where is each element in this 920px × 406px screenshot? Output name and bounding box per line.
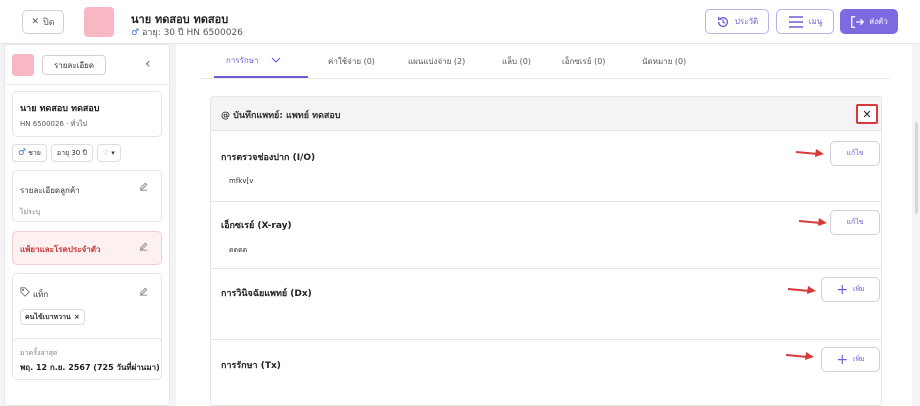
top-bar: ✕ ปิด นาย ทดสอบ ทดสอบ ♂ อายุ: 30 ปี HN 6… bbox=[0, 0, 920, 44]
chevron-down-icon bbox=[271, 57, 280, 63]
main-content: การรักษา ค่าใช้จ่าย (0) แผนแบ่งจ่าย (2) … bbox=[176, 44, 912, 406]
history-icon bbox=[717, 16, 728, 27]
male-icon: ♂ bbox=[131, 28, 140, 38]
tab-label: แล็บ (0) bbox=[502, 56, 532, 66]
customer-detail-value: ไม่ระบุ bbox=[20, 208, 41, 216]
age-chip: อายุ 30 ปี bbox=[50, 144, 93, 162]
add-treatment-button[interactable]: + เพิ่ม bbox=[821, 347, 880, 372]
edit-oral-exam-button[interactable]: แก้ไข bbox=[830, 141, 880, 166]
edit-icon[interactable] bbox=[138, 181, 149, 192]
edit-icon[interactable] bbox=[138, 241, 149, 252]
tab-label: ค่าใช้จ่าย (0) bbox=[328, 56, 375, 66]
doctor-note-panel: @ บันทึกแพทย์: แพทย์ ทดสอบ ✕ การตรวจช่อง… bbox=[210, 96, 882, 406]
red-arrow-icon bbox=[785, 352, 814, 360]
tab-divider bbox=[200, 78, 890, 79]
button-label: แก้ไข bbox=[846, 149, 864, 157]
remove-tag-icon[interactable]: × bbox=[74, 313, 80, 321]
button-label: เพิ่ม bbox=[853, 285, 865, 293]
health-dropdown[interactable]: ♡ ▾ bbox=[96, 144, 121, 162]
tab-bar: การรักษา ค่าใช้จ่าย (0) แผนแบ่งจ่าย (2) … bbox=[214, 44, 712, 78]
red-arrow-icon bbox=[798, 218, 827, 226]
tab-treatment[interactable]: การรักษา bbox=[214, 44, 308, 78]
patient-avatar bbox=[84, 7, 114, 37]
panel-header: @ บันทึกแพทย์: แพทย์ ทดสอบ ✕ bbox=[211, 97, 881, 131]
close-button[interactable]: ✕ ปิด bbox=[22, 10, 64, 34]
patient-subtitle: ♂ อายุ: 30 ปี HN 6500026 bbox=[131, 25, 243, 39]
tab-appointments[interactable]: นัดหมาย (0) bbox=[642, 44, 712, 78]
red-arrow-icon bbox=[795, 149, 824, 157]
section-value: mfkv[v bbox=[229, 177, 254, 185]
menu-label: เมนู bbox=[808, 17, 823, 26]
age-label: อายุ 30 ปี bbox=[56, 148, 87, 157]
sidebar-patient-name: นาย ทดสอบ ทดสอบ bbox=[20, 104, 100, 114]
sidebar-header: รายละเอียด ‹ bbox=[5, 45, 169, 85]
section-title: การวินิจฉัยแพทย์ (Dx) bbox=[221, 289, 312, 299]
red-arrow-icon bbox=[787, 286, 816, 294]
chevron-down-icon: ▾ bbox=[111, 149, 115, 157]
edit-xray-button[interactable]: แก้ไข bbox=[830, 210, 880, 235]
section-title: เอ็กซเรย์ (X-ray) bbox=[221, 221, 292, 231]
allergy-title: แพ้ยาและโรคประจำตัว bbox=[20, 245, 101, 254]
hamburger-icon bbox=[788, 15, 803, 28]
tag-title: แท็ก bbox=[33, 290, 49, 299]
last-visit-label: มาครั้งล่าสุด bbox=[20, 349, 58, 357]
section-value: ดดดด bbox=[229, 246, 248, 254]
section-oral-exam: การตรวจช่องปาก (I/O) mfkv[v แก้ไข bbox=[211, 131, 881, 202]
last-visit-card: มาครั้งล่าสุด พฤ. 12 ก.ย. 2567 (725 วันท… bbox=[12, 338, 162, 380]
male-icon: ♂ bbox=[18, 148, 27, 158]
gender-chip: ♂ ชาย bbox=[12, 144, 47, 162]
section-title: การตรวจช่องปาก (I/O) bbox=[221, 153, 316, 163]
section-treatment: การรักษา (Tx) + เพิ่ม bbox=[211, 340, 881, 405]
last-visit-value: พฤ. 12 ก.ย. 2567 (725 วันที่ผ่านมา) bbox=[20, 363, 160, 372]
patient-age-hn: อายุ: 30 ปี HN 6500026 bbox=[141, 28, 243, 38]
patient-name-card: นาย ทดสอบ ทดสอบ HN 6500026 · ทั่วไป bbox=[12, 91, 162, 137]
sidebar-avatar bbox=[12, 54, 34, 76]
tag-icon bbox=[20, 287, 30, 297]
button-label: เพิ่ม bbox=[853, 355, 865, 363]
heart-icon: ♡ bbox=[102, 149, 110, 157]
customer-detail-card: รายละเอียดลูกค้า ไม่ระบุ bbox=[12, 170, 162, 222]
patient-chips: ♂ ชาย อายุ 30 ปี ♡ ▾ bbox=[12, 144, 121, 162]
customer-detail-title: รายละเอียดลูกค้า bbox=[20, 186, 80, 195]
add-diagnosis-button[interactable]: + เพิ่ม bbox=[821, 277, 880, 302]
patient-sidebar: รายละเอียด ‹ นาย ทดสอบ ทดสอบ HN 6500026 … bbox=[4, 44, 170, 406]
panel-title: @ บันทึกแพทย์: แพทย์ ทดสอบ bbox=[221, 111, 341, 121]
menu-button[interactable]: เมนู bbox=[776, 9, 834, 34]
sidebar-hn: HN 6500026 · ทั่วไป bbox=[20, 120, 88, 128]
gender-label: ชาย bbox=[28, 148, 41, 157]
close-icon: ✕ bbox=[31, 17, 39, 27]
tag-pill-label: คนไข้เบาหวาน bbox=[25, 312, 71, 321]
close-button-label: ปิด bbox=[42, 18, 55, 28]
at-icon: @ bbox=[221, 111, 234, 121]
scrollbar-thumb[interactable] bbox=[915, 122, 918, 214]
tab-lab[interactable]: แล็บ (0) bbox=[502, 44, 558, 78]
tab-label: เอ็กซเรย์ (0) bbox=[562, 56, 606, 66]
tab-label: แผนแบ่งจ่าย (2) bbox=[408, 56, 466, 66]
section-xray: เอ็กซเรย์ (X-ray) ดดดด แก้ไข bbox=[211, 202, 881, 269]
tab-label: การรักษา bbox=[226, 55, 259, 65]
collapse-chevron-icon[interactable]: ‹ bbox=[145, 57, 151, 71]
button-label: แก้ไข bbox=[846, 218, 864, 226]
panel-close-button[interactable]: ✕ bbox=[856, 104, 878, 124]
plus-icon: + bbox=[836, 351, 849, 368]
send-icon bbox=[851, 15, 865, 28]
history-label: ประวัติ bbox=[734, 17, 759, 26]
detail-button[interactable]: รายละเอียด bbox=[42, 55, 106, 75]
tab-label: นัดหมาย (0) bbox=[642, 56, 687, 66]
tag-pill: คนไข้เบาหวาน × bbox=[20, 309, 85, 325]
plus-icon: + bbox=[836, 281, 849, 298]
edit-icon[interactable] bbox=[138, 286, 149, 297]
send-label: ส่งตัว bbox=[869, 17, 888, 26]
section-diagnosis: การวินิจฉัยแพทย์ (Dx) + เพิ่ม bbox=[211, 269, 881, 340]
page-scrollbar[interactable] bbox=[913, 44, 920, 406]
tab-xray[interactable]: เอ็กซเรย์ (0) bbox=[562, 44, 642, 78]
close-icon: ✕ bbox=[862, 107, 872, 121]
send-button[interactable]: ส่งตัว bbox=[840, 9, 898, 34]
section-title: การรักษา (Tx) bbox=[221, 361, 281, 371]
tab-expenses[interactable]: ค่าใช้จ่าย (0) bbox=[328, 44, 406, 78]
tab-installment-plan[interactable]: แผนแบ่งจ่าย (2) bbox=[408, 44, 502, 78]
history-button[interactable]: ประวัติ bbox=[705, 9, 769, 34]
allergy-card: แพ้ยาและโรคประจำตัว bbox=[12, 231, 162, 265]
